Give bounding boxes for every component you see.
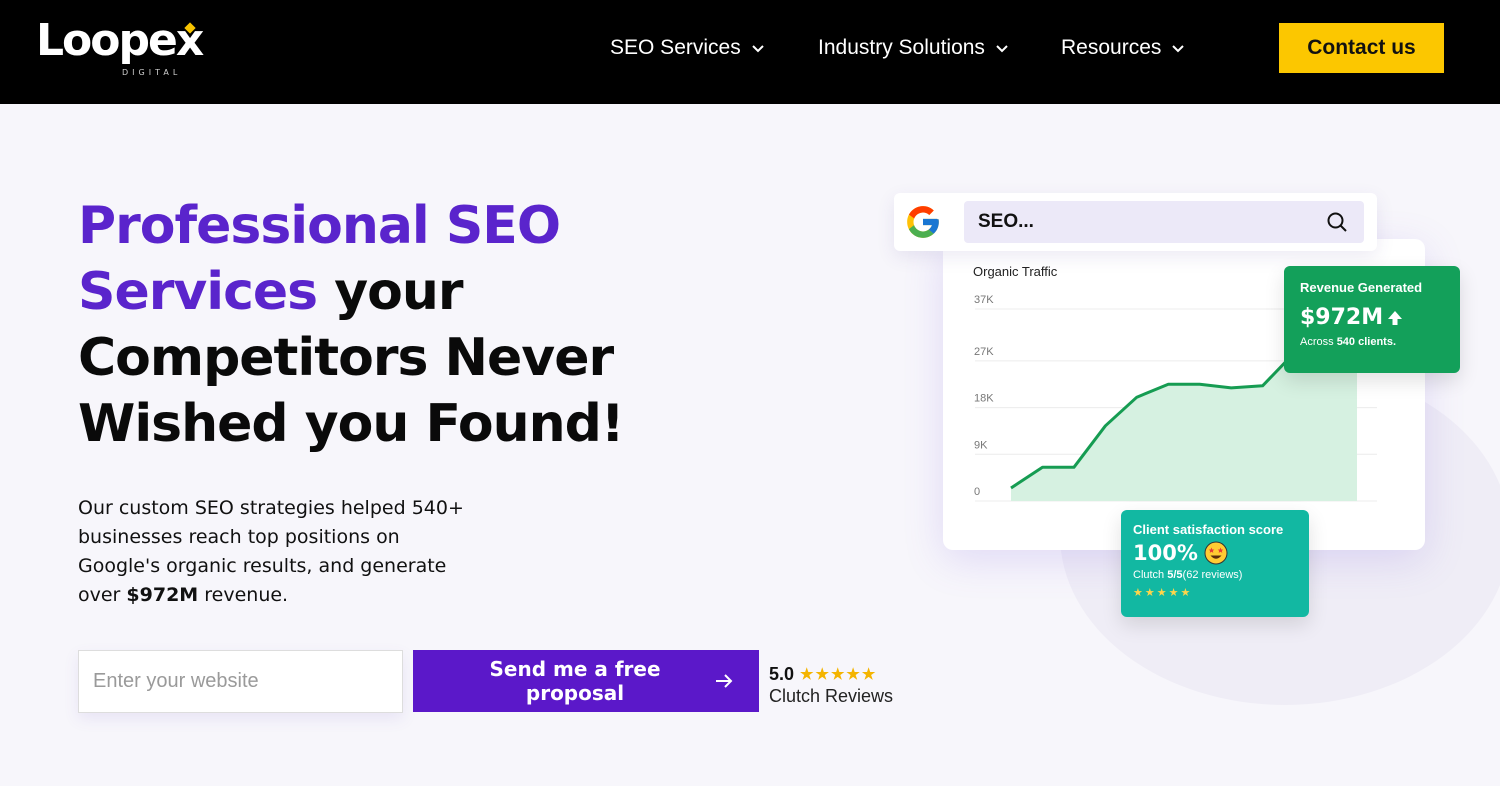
clutch-rating: 5.0 ★ ★ ★ ★ ★: [769, 664, 875, 685]
star-icon: ★: [830, 666, 845, 683]
revenue-value-row: $972M: [1300, 305, 1444, 330]
google-search-card: SEO...: [894, 193, 1377, 251]
star-icon: ★: [1156, 586, 1167, 599]
star-icon: ★: [1133, 586, 1143, 599]
hero-subtext: Our custom SEO strategies helped 540+ bu…: [78, 494, 478, 610]
satisfaction-stars: ★ ★ ★ ★ ★: [1133, 587, 1297, 598]
rating-stars: ★ ★ ★ ★ ★: [800, 667, 875, 682]
nav-resources[interactable]: Resources: [1061, 34, 1185, 62]
satisfaction-foot-pre: Clutch: [1133, 569, 1168, 581]
contact-us-button[interactable]: Contact us: [1279, 23, 1444, 73]
y-tick-label: 0: [974, 486, 980, 498]
nav-seo-services-label: SEO Services: [610, 36, 741, 59]
search-query-field[interactable]: SEO...: [964, 201, 1364, 243]
logo-subtitle: DIGITAL: [122, 68, 182, 77]
revenue-foot: Across 540 clients.: [1300, 336, 1444, 348]
subtext-bold: $972M: [126, 584, 199, 606]
star-icon: ★: [800, 666, 814, 683]
nav-industry-solutions[interactable]: Industry Solutions: [818, 34, 1009, 62]
chevron-down-icon: [996, 45, 1008, 53]
satisfaction-value-row: 100%: [1133, 541, 1297, 565]
star-icon: ★: [1180, 586, 1191, 599]
revenue-foot-bold: 540 clients.: [1336, 336, 1397, 348]
star-icon: ★: [815, 666, 829, 683]
revenue-value: $972M: [1300, 305, 1384, 330]
revenue-generated-badge: Revenue Generated $972M Across 540 clien…: [1284, 266, 1460, 373]
arrow-right-icon: [716, 674, 733, 688]
star-struck-emoji-icon: [1204, 541, 1228, 565]
search-icon[interactable]: [1326, 211, 1348, 233]
satisfaction-foot-post: (62 reviews): [1182, 569, 1243, 581]
clutch-reviews-label: Clutch Reviews: [769, 686, 894, 706]
satisfaction-label: Client satisfaction score: [1133, 522, 1284, 537]
subtext-post: revenue.: [198, 584, 289, 606]
satisfaction-value: 100%: [1133, 541, 1198, 565]
revenue-label: Revenue Generated: [1300, 280, 1423, 295]
star-icon: ★: [846, 666, 860, 683]
revenue-foot-pre: Across: [1300, 336, 1337, 348]
nav-industry-solutions-label: Industry Solutions: [818, 36, 985, 59]
star-icon: ★: [1168, 586, 1179, 599]
send-proposal-label: Send me a free proposal: [489, 657, 661, 705]
satisfaction-foot: Clutch 5/5(62 reviews): [1133, 569, 1297, 581]
chevron-down-icon: [752, 45, 764, 53]
top-nav: Loopex DIGITAL SEO Services Industry Sol…: [0, 0, 1500, 104]
logo-wordmark: Loopex: [36, 15, 204, 66]
y-tick-label: 18K: [974, 393, 994, 405]
hero-headline: Professional SEO Services your Competito…: [78, 193, 658, 457]
search-query-text: SEO...: [978, 211, 1034, 232]
y-tick-label: 9K: [974, 439, 988, 451]
google-icon: [907, 206, 939, 238]
nav-resources-label: Resources: [1061, 36, 1162, 59]
send-proposal-button[interactable]: Send me a free proposal: [413, 650, 759, 712]
website-input[interactable]: [78, 650, 403, 713]
satisfaction-foot-bold: 5/5: [1167, 569, 1183, 581]
client-satisfaction-badge: Client satisfaction score 100% Clutch 5/…: [1121, 510, 1309, 617]
nav-seo-services[interactable]: SEO Services: [610, 34, 765, 62]
y-tick-label: 37K: [974, 294, 994, 306]
loopex-logo[interactable]: Loopex DIGITAL: [36, 15, 204, 82]
y-tick-label: 27K: [974, 346, 994, 358]
arrow-up-icon: [1388, 310, 1403, 325]
rating-value: 5.0: [769, 664, 795, 684]
star-icon: ★: [861, 666, 876, 683]
star-icon: ★: [1144, 586, 1155, 599]
chevron-down-icon: [1172, 45, 1185, 53]
